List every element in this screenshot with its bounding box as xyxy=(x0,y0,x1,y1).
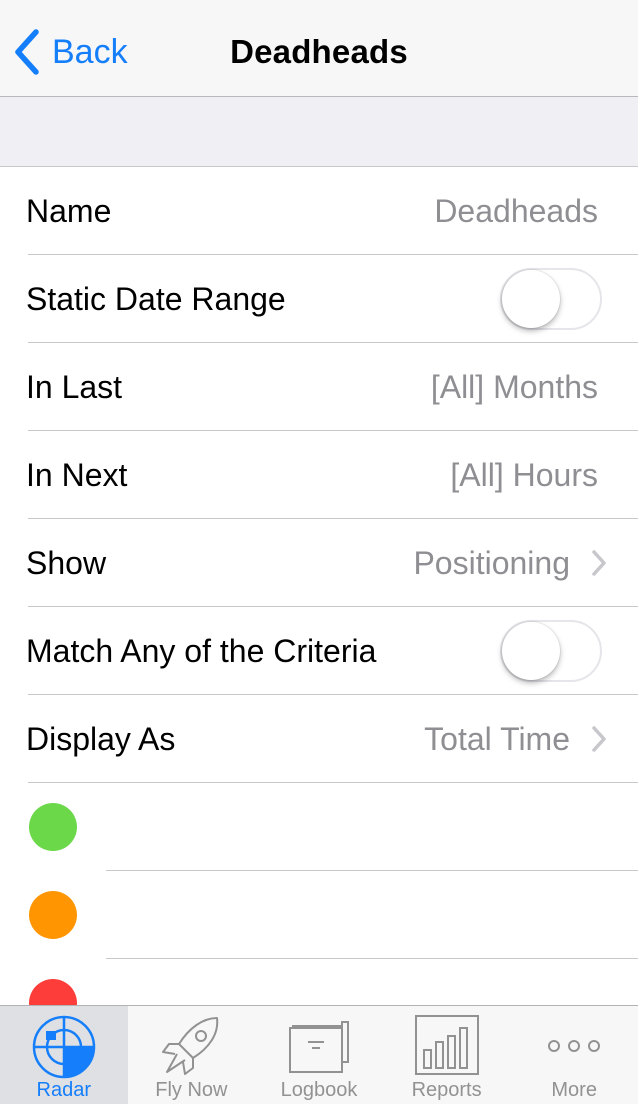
in-last-value: [All] Months xyxy=(430,368,598,405)
toggle-knob xyxy=(502,622,560,680)
match-any-toggle[interactable] xyxy=(500,620,602,682)
color-row-orange[interactable] xyxy=(0,871,638,959)
color-row-red[interactable] xyxy=(0,959,638,1005)
display-as-label: Display As xyxy=(26,720,176,757)
in-last-label: In Last xyxy=(26,368,123,405)
tab-more-label: More xyxy=(551,1079,597,1101)
name-value: Deadheads xyxy=(434,192,598,229)
static-date-range-row: Static Date Range xyxy=(0,255,638,343)
radar-icon xyxy=(32,1015,96,1079)
rocket-icon xyxy=(162,1017,219,1075)
navigation-bar: Back Deadheads xyxy=(0,0,638,97)
page-title: Deadheads xyxy=(230,33,408,70)
reports-icon xyxy=(414,1015,479,1075)
show-value: Positioning xyxy=(413,544,570,581)
tab-radar[interactable]: Radar xyxy=(0,1006,128,1104)
tab-fly-now-label: Fly Now xyxy=(155,1079,228,1101)
tab-reports[interactable]: Reports xyxy=(383,1006,511,1104)
tab-more[interactable]: More xyxy=(510,1006,638,1104)
static-date-range-toggle[interactable] xyxy=(500,268,602,330)
red-color-dot xyxy=(29,979,77,1005)
toggle-knob xyxy=(502,270,560,328)
settings-table: Name Deadheads Static Date Range In Last… xyxy=(0,167,638,1005)
tab-bar: Radar Fly Now Logbook Reports More xyxy=(0,1005,638,1104)
tab-radar-label: Radar xyxy=(36,1079,92,1101)
orange-color-dot xyxy=(29,891,77,939)
in-next-label: In Next xyxy=(26,456,128,493)
match-any-label: Match Any of the Criteria xyxy=(26,632,377,669)
tab-logbook-label: Logbook xyxy=(280,1079,358,1101)
display-as-row[interactable]: Display As Total Time xyxy=(0,695,638,783)
name-label: Name xyxy=(26,192,112,229)
in-next-row[interactable]: In Next [All] Hours xyxy=(0,431,638,519)
tab-reports-label: Reports xyxy=(411,1079,482,1101)
green-color-dot xyxy=(29,803,77,851)
logbook-icon xyxy=(288,1021,349,1073)
in-last-row[interactable]: In Last [All] Months xyxy=(0,343,638,431)
more-icon xyxy=(548,1040,601,1052)
color-row-green[interactable] xyxy=(0,783,638,871)
match-any-row: Match Any of the Criteria xyxy=(0,607,638,695)
static-date-range-label: Static Date Range xyxy=(26,280,286,317)
section-header-spacer xyxy=(0,97,638,167)
chevron-right-icon xyxy=(592,550,606,576)
name-row[interactable]: Name Deadheads xyxy=(0,167,638,255)
chevron-right-icon xyxy=(592,726,606,752)
in-next-value: [All] Hours xyxy=(450,456,598,493)
display-as-value: Total Time xyxy=(424,720,570,757)
tab-logbook[interactable]: Logbook xyxy=(255,1006,383,1104)
tab-fly-now[interactable]: Fly Now xyxy=(128,1006,256,1104)
show-label: Show xyxy=(26,544,107,581)
show-row[interactable]: Show Positioning xyxy=(0,519,638,607)
